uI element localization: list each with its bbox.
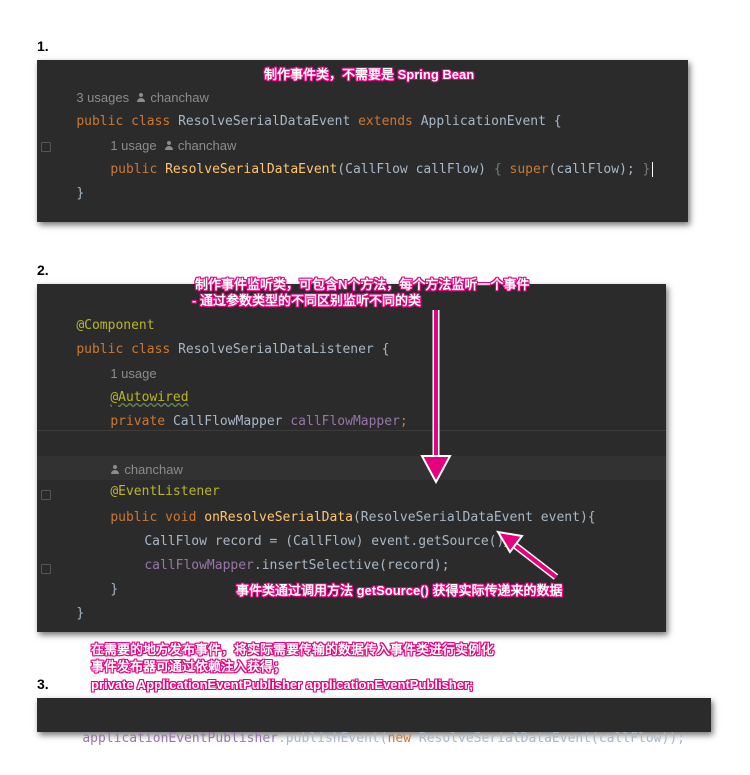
method-declaration-line[interactable]: public void onResolveSerialData(ResolveS…: [37, 482, 666, 525]
insert-call-line[interactable]: callFlowMapper.insertSelective(record);: [37, 530, 666, 573]
class-close-line[interactable]: }: [37, 158, 688, 201]
class-declaration-line[interactable]: public class ResolveSerialDataListener {: [37, 314, 666, 357]
step-1-label: 1.: [37, 38, 49, 54]
callout-getsource: 事件类通过调用方法 getSource() 获得实际传递来的数据: [236, 583, 563, 598]
event-listener-annotation-line[interactable]: @EventListener: [37, 456, 666, 499]
callout-listener-line1: 制作事件监听类，可包含N个方法，每个方法监听一个事件: [195, 277, 530, 292]
field-declaration-line[interactable]: private CallFlowMapper callFlowMapper;: [37, 386, 666, 429]
callout-event-class: 制作事件类，不需要是 Spring Bean: [264, 67, 475, 82]
usage-hint-line: 1 usage: [37, 338, 666, 381]
callout-listener-line2: - 通过参数类型的不同区别监听不同的类: [192, 293, 421, 308]
autowired-annotation-line[interactable]: @Autowired: [37, 362, 666, 405]
class-declaration-line[interactable]: public class ResolveSerialDataEvent exte…: [37, 86, 688, 129]
code-panel-publish: applicationEventPublisher.publishEvent(n…: [37, 698, 711, 746]
note-publish-line3: private ApplicationEventPublisher applic…: [91, 677, 474, 692]
record-assignment-line[interactable]: CallFlow record = (CallFlow) event.getSo…: [37, 506, 666, 549]
author-hint-line: chanchaw: [37, 434, 666, 477]
code-panel-listener-class: @Component public class ResolveSerialDat…: [37, 284, 666, 632]
constructor-line[interactable]: public ResolveSerialDataEvent(CallFlow c…: [37, 134, 688, 177]
step-3-label: 3.: [37, 676, 49, 692]
note-publish-line2: 事件发布器可通过依赖注入获得；: [91, 659, 287, 674]
step-2-label: 2.: [37, 262, 49, 278]
note-publish-line1: 在需要的地方发布事件，将实际需要传输的数据传入事件类进行实例化: [91, 642, 495, 657]
code-panel-event-class: 3 usages chanchaw public class ResolveSe…: [37, 60, 688, 222]
method-close-line[interactable]: }: [37, 554, 666, 597]
publish-event-line[interactable]: applicationEventPublisher.publishEvent(n…: [37, 703, 711, 746]
usage-hint-line-2: 1 usage chanchaw: [37, 110, 688, 153]
